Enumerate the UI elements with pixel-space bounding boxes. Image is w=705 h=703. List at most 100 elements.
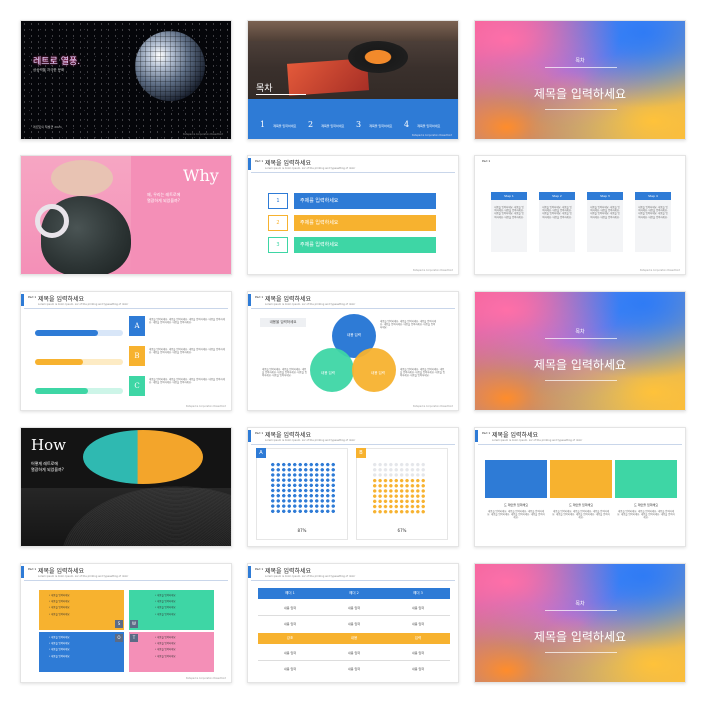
topic-bar-1: 주제를 입력하세요 — [294, 193, 436, 209]
slide-11-thumbnail[interactable]: Pad 1 제목을 입력하세요 Lorem ipsum is dolor. Ip… — [247, 427, 459, 547]
slide-3-thumbnail[interactable]: 목차 제목을 입력하세요 — [474, 20, 686, 140]
table-cell: 내용 입력 — [348, 651, 360, 655]
swot-t-bullet-2: • 내용을 입력하세요 — [155, 642, 176, 646]
venn-label-left: 내용 입력 — [321, 371, 335, 375]
body-1: 내용을 입력하세요. 내용을 입력하세요. 내용을 입력하세요. 내용을 입력하… — [487, 510, 545, 520]
progress-fill-2 — [35, 359, 84, 365]
step-text-4: 내용을 입력하세요. 내용을 입력하세요. 내용을 입력하세요. 내용을 입력하… — [638, 206, 668, 219]
venn-text-right-top: 내용을 입력하세요. 내용을 입력하세요. 내용을 입력하세요. 내용을 입력하… — [380, 320, 436, 330]
header-accent-bar — [21, 294, 24, 306]
step-text-2: 내용을 입력하세요. 내용을 입력하세요. 내용을 입력하세요. 내용을 입력하… — [542, 206, 572, 219]
wooden-shelf — [248, 21, 458, 41]
bullet-text: 내용을 입력하세요 — [157, 648, 176, 652]
slide-5-thumbnail[interactable]: Pad 1 제목을 입력하세요 Lorem ipsum is dolor. Ip… — [247, 155, 459, 275]
swot-t-bullet-1: • 내용을 입력하세요 — [155, 636, 176, 639]
slide-10-thumbnail[interactable]: How 어떻게 레트로에 열광하게 되었을까? — [20, 427, 232, 547]
letter-c-text: 내용을 입력하세요. 내용을 입력하세요. 내용을 입력하세요. 내용을 입력하… — [149, 378, 225, 385]
step-text-3: 내용을 입력하세요. 내용을 입력하세요. 내용을 입력하세요. 내용을 입력하… — [590, 206, 620, 219]
section-divider-bottom — [545, 652, 617, 653]
toc-label-2: 제목을 입력하세요 — [321, 124, 345, 128]
section-title: 제목을 입력하세요 — [533, 630, 627, 644]
swot-w-bullet-3: • 내용을 입력하세요 — [155, 606, 176, 610]
caption-3: 드 제안을 입력해요 — [634, 503, 658, 507]
header-divider — [251, 444, 455, 445]
bullet-text: 내용을 입력하세요 — [157, 654, 176, 658]
slide-6-thumbnail[interactable]: Pad 1 Step 1 내용을 입력하세요. 내용을 입력하세요. 내용을 입… — [474, 155, 686, 275]
slide-8-thumbnail[interactable]: Pad 1 제목을 입력하세요 Lorem ipsum is dolor. Ip… — [247, 291, 459, 411]
slide-title: 제목을 입력하세요 — [492, 432, 539, 439]
table-row: 내용 입력 내용 입력 내용 입력 — [258, 646, 450, 661]
topic-row-1: 1 주제를 입력하세요 — [268, 193, 436, 209]
swot-o-bullet-4: • 내용을 입력하세요 — [49, 654, 70, 658]
progress-track-3 — [35, 388, 123, 394]
venn-text-right-bottom: 내용을 입력하세요. 내용을 입력하세요. 내용을 입력하세요. 내용을 입력하… — [400, 368, 445, 378]
table-cell: 내용 입력 — [348, 622, 360, 626]
toc-item-1[interactable]: 1 제목을 입력하세요 — [260, 112, 296, 131]
venn-circle-left — [310, 348, 354, 392]
toc-label-4: 제목을 입력하세요 — [417, 124, 441, 128]
chart-value-a: 87% — [297, 528, 307, 533]
swot-letter-o: O — [115, 634, 123, 642]
bullet-text: 내용을 입력하세요 — [157, 642, 176, 646]
progress-fill-1 — [35, 330, 99, 336]
slide-1-thumbnail[interactable]: 레트로 열풍. 상상력을 자극한 문화 레트로의 재발견 2021 Slidep… — [20, 20, 232, 140]
swot-quadrant-t: • 내용을 입력하세요 • 내용을 입력하세요 • 내용을 입력하세요 • 내용… — [129, 632, 214, 672]
how-title: How — [31, 436, 66, 454]
slide-13-thumbnail[interactable]: Pad 1 제목을 입력하세요 Lorem ipsum is dolor. Ip… — [20, 563, 232, 683]
slide-title: 제목을 입력하세요 — [38, 568, 85, 575]
step-tab-1: Step 1 — [491, 192, 527, 200]
header-accent-bar — [248, 294, 251, 306]
page-label: Pad 1 — [255, 295, 264, 299]
bullet-text: 내용을 입력하세요 — [157, 594, 176, 597]
toc-item-3[interactable]: 3 제목을 입력하세요 — [356, 112, 392, 131]
section-divider-top — [545, 610, 617, 611]
progress-track-2 — [35, 359, 123, 365]
swot-w-bullet-1: • 내용을 입력하세요 — [155, 594, 176, 597]
slide-footer: Slidepad & Corporation PowerPoint — [412, 269, 453, 272]
toc-item-2[interactable]: 2 제목을 입력하세요 — [308, 112, 344, 131]
chart-label-a: A — [256, 448, 266, 458]
toc-number-3: 3 — [356, 120, 362, 129]
table-cell: 내용 입력 — [284, 606, 296, 610]
bullet-text: 내용을 입력하세요 — [51, 636, 70, 639]
page-label: Pad 1 — [255, 431, 264, 435]
section-title: 제목을 입력하세요 — [533, 87, 627, 101]
slide-4-thumbnail[interactable]: Why 왜, 우리는 레트로에 열광하게 되었을까? — [20, 155, 232, 275]
vinyl-label — [83, 430, 203, 484]
chart-value-b: 67% — [397, 528, 407, 533]
letter-box-b: B — [129, 346, 145, 366]
slide-title: 제목을 입력하세요 — [265, 160, 312, 167]
slide-2-thumbnail[interactable]: 목차 1 제목을 입력하세요 2 제목을 입력하세요 3 제목을 입력하세요 4… — [247, 20, 459, 140]
body-2: 내용을 입력하세요. 내용을 입력하세요. 내용을 입력하세요. 내용을 입력하… — [552, 510, 610, 520]
page-label: Pad 1 — [482, 159, 491, 163]
topic-row-3: 3 주제를 입력하세요 — [268, 237, 436, 253]
toc-item-4[interactable]: 4 제목을 입력하세요 — [404, 112, 440, 131]
slide-14-thumbnail[interactable]: Pad 1 제목을 입력하세요 Lorem ipsum is dolor. Ip… — [247, 563, 459, 683]
table-cell: 내용 입력 — [348, 606, 360, 610]
table-header-row: 헤더 1 헤더 2 헤더 3 — [258, 588, 450, 599]
table-cell: 내용 입력 — [284, 667, 296, 671]
table-row: 내용 입력 내용 입력 내용 입력 — [258, 601, 450, 616]
table-cell: 내용 입력 — [412, 667, 424, 671]
swot-o-bullet-1: • 내용을 입력하세요 — [49, 636, 70, 639]
chart-label-b: B — [356, 448, 366, 458]
toc-title-underline — [256, 94, 306, 95]
slide-12-thumbnail[interactable]: Pad 1 제목을 입력하세요 Lorem ipsum is dolor. Ip… — [474, 427, 686, 547]
bullet-text: 내용을 입력하세요 — [157, 636, 176, 639]
page-label: Pad 1 — [255, 567, 264, 571]
slide-footer: Slidepad & Corporation PowerPoint — [639, 269, 680, 272]
slide-7-thumbnail[interactable]: Pad 1 제목을 입력하세요 Lorem ipsum is dolor. Ip… — [20, 291, 232, 411]
swot-s-bullet-4: • 내용을 입력하세요 — [49, 612, 70, 616]
slide-1-title: 레트로 열풍. — [33, 57, 81, 67]
page-label: Pad 1 — [28, 567, 37, 571]
header-accent-bar — [248, 158, 251, 170]
table-cell: 내용 입력 — [412, 606, 424, 610]
table-header-cell-1: 헤더 1 — [285, 591, 295, 595]
slide-15-thumbnail[interactable]: 목차 제목을 입력하세요 — [474, 563, 686, 683]
step-card-1: Step 1 내용을 입력하세요. 내용을 입력하세요. 내용을 입력하세요. … — [491, 192, 527, 252]
table-header-cell-3: 헤더 3 — [413, 591, 423, 595]
section-divider-bottom — [545, 109, 617, 110]
header-divider — [478, 444, 682, 445]
slide-9-thumbnail[interactable]: 목차 제목을 입력하세요 — [474, 291, 686, 411]
header-accent-bar — [21, 566, 24, 578]
